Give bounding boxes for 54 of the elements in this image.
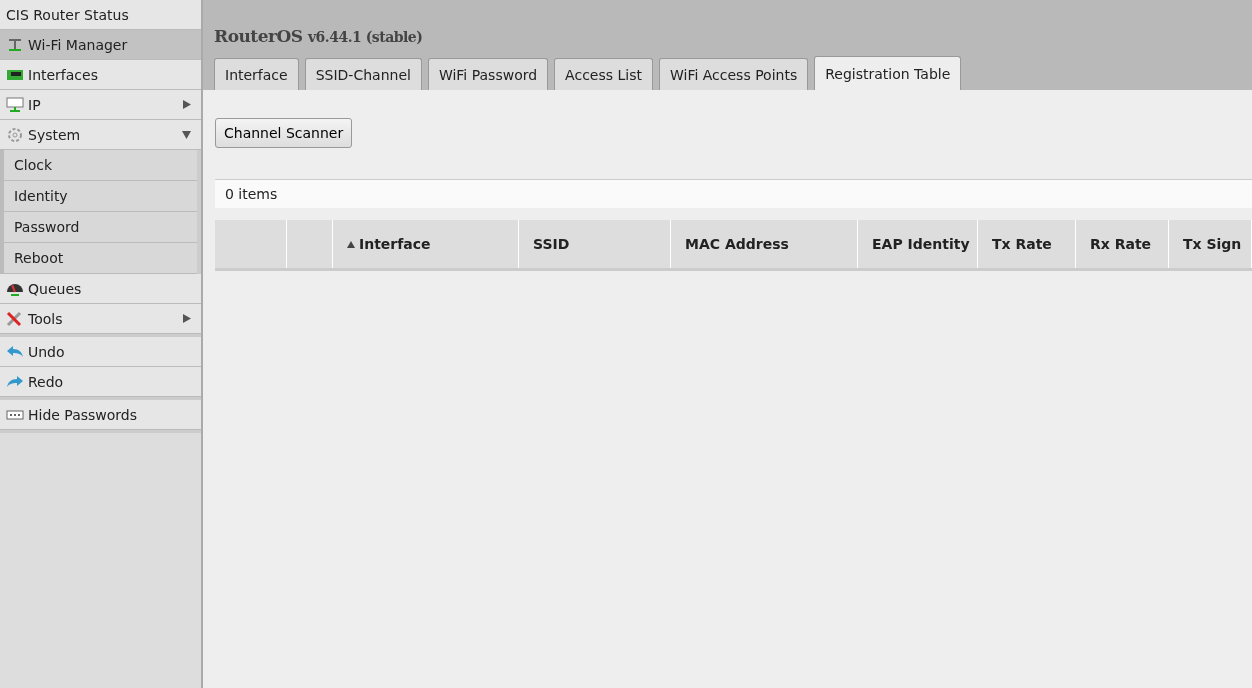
sort-ascending-icon xyxy=(347,240,355,248)
monitor-icon xyxy=(6,96,24,113)
column-header[interactable] xyxy=(287,220,333,268)
sidebar-item-label: Tools xyxy=(28,310,64,327)
tab[interactable]: WiFi Access Points xyxy=(658,58,809,90)
sidebar-subitem[interactable]: Clock xyxy=(4,150,197,181)
tab[interactable]: WiFi Password xyxy=(427,58,549,90)
sidebar-item-label: CIS Router Status xyxy=(6,6,130,23)
channel-scanner-button[interactable]: Channel Scanner xyxy=(215,118,353,148)
sidebar-subitem[interactable]: Reboot xyxy=(4,243,197,274)
column-header[interactable]: Tx Rate xyxy=(978,220,1076,268)
sidebar-item-label: Redo xyxy=(28,373,65,390)
sidebar-item[interactable]: Wi-Fi Manager xyxy=(0,30,201,60)
column-header[interactable]: SSID xyxy=(519,220,671,268)
product-title: RouterOS v6.44.1 (stable) xyxy=(214,26,424,46)
column-title: Tx Sign xyxy=(1183,236,1242,252)
sidebar-item[interactable]: System xyxy=(0,120,201,150)
settings-icon xyxy=(6,126,24,143)
sidebar-item-label: Hide Passwords xyxy=(28,406,139,423)
sidebar-item[interactable]: Redo xyxy=(0,367,201,397)
column-header[interactable]: MAC Address xyxy=(671,220,858,268)
column-header[interactable]: EAP Identity xyxy=(858,220,978,268)
sidebar-item[interactable]: CIS Router Status xyxy=(0,0,201,30)
antenna-icon xyxy=(6,36,24,53)
item-count: 0 items xyxy=(215,179,1252,208)
column-header[interactable] xyxy=(215,220,287,268)
column-header[interactable]: Rx Rate xyxy=(1076,220,1169,268)
sidebar-subitem[interactable]: Password xyxy=(4,212,197,243)
sidebar-item[interactable]: Queues xyxy=(0,274,201,304)
sidebar-item-label: Queues xyxy=(28,280,83,297)
column-header[interactable]: Tx Sign xyxy=(1169,220,1252,268)
tab[interactable]: Registration Table xyxy=(814,56,962,90)
tools-icon xyxy=(6,310,24,327)
column-title: Rx Rate xyxy=(1090,236,1152,252)
column-title: Interface xyxy=(359,236,431,252)
tab[interactable]: Interface xyxy=(214,58,299,90)
sidebar-item[interactable]: Undo xyxy=(0,337,201,367)
sidebar-subitem[interactable]: Identity xyxy=(4,181,197,212)
sidebar-item-label: Wi-Fi Manager xyxy=(28,36,129,53)
column-title: Tx Rate xyxy=(992,236,1052,252)
sidebar-item[interactable]: IP xyxy=(0,90,201,120)
sidebar-item[interactable]: Hide Passwords xyxy=(0,400,201,430)
sidebar-item-label: Interfaces xyxy=(28,66,99,83)
column-title: MAC Address xyxy=(685,236,789,252)
column-header[interactable]: Interface xyxy=(333,220,519,268)
sidebar-item[interactable]: Tools xyxy=(0,304,201,334)
column-title: SSID xyxy=(533,236,570,252)
sidebar-item-label: System xyxy=(28,126,82,143)
sidebar-item[interactable]: Interfaces xyxy=(0,60,201,90)
sidebar-item-label: IP xyxy=(28,96,42,113)
tab[interactable]: Access List xyxy=(554,58,653,90)
sidebar-item-label: Undo xyxy=(28,343,66,360)
column-title: EAP Identity xyxy=(872,236,970,252)
tab[interactable]: SSID-Channel xyxy=(304,58,422,90)
